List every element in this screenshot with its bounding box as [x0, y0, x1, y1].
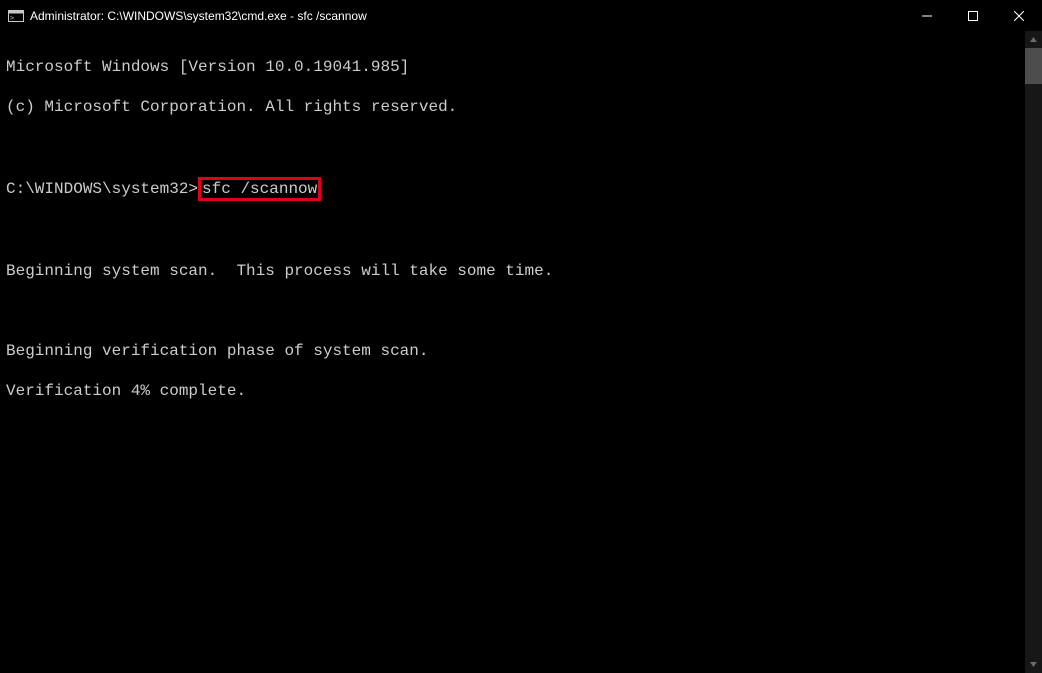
prompt-path: C:\WINDOWS\system32> [6, 180, 198, 198]
prompt-line: C:\WINDOWS\system32>sfc /scannow [6, 177, 1025, 201]
scroll-down-icon [1029, 660, 1038, 669]
svg-text:>_: >_ [10, 14, 19, 22]
scrollbar-track[interactable] [1025, 48, 1042, 656]
titlebar[interactable]: >_ Administrator: C:\WINDOWS\system32\cm… [0, 0, 1042, 31]
terminal-output[interactable]: Microsoft Windows [Version 10.0.19041.98… [0, 31, 1025, 673]
blank-line [6, 137, 1025, 157]
scrollbar[interactable] [1025, 31, 1042, 673]
scroll-up-button[interactable] [1025, 31, 1042, 48]
scroll-up-icon [1029, 35, 1038, 44]
command-highlight: sfc /scannow [198, 177, 321, 201]
minimize-button[interactable] [904, 0, 950, 31]
window-title: Administrator: C:\WINDOWS\system32\cmd.e… [30, 9, 367, 23]
scroll-down-button[interactable] [1025, 656, 1042, 673]
line-copyright: (c) Microsoft Corporation. All rights re… [6, 97, 1025, 117]
line-begin-scan: Beginning system scan. This process will… [6, 261, 1025, 281]
minimize-icon [922, 11, 932, 21]
line-version: Microsoft Windows [Version 10.0.19041.98… [6, 57, 1025, 77]
line-verif-phase: Beginning verification phase of system s… [6, 341, 1025, 361]
close-icon [1014, 11, 1024, 21]
command-text: sfc /scannow [202, 180, 317, 198]
line-verif-pct: Verification 4% complete. [6, 381, 1025, 401]
scrollbar-thumb[interactable] [1025, 48, 1042, 84]
close-button[interactable] [996, 0, 1042, 31]
maximize-icon [968, 11, 978, 21]
maximize-button[interactable] [950, 0, 996, 31]
cmd-window: >_ Administrator: C:\WINDOWS\system32\cm… [0, 0, 1042, 673]
blank-line [6, 301, 1025, 321]
cmd-icon: >_ [8, 8, 24, 24]
blank-line [6, 221, 1025, 241]
terminal-wrapper: Microsoft Windows [Version 10.0.19041.98… [0, 31, 1042, 673]
